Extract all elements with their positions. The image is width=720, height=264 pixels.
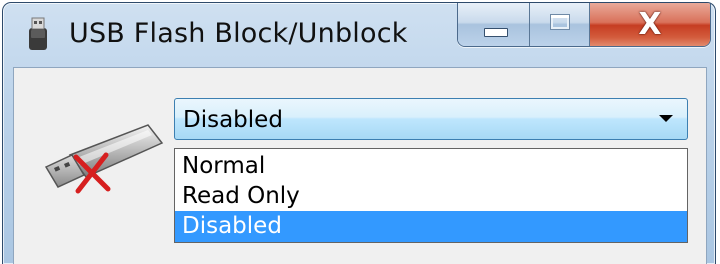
minimize-icon <box>484 28 508 37</box>
close-button[interactable]: X <box>590 3 710 46</box>
title-bar[interactable]: USB Flash Block/Unblock X <box>3 3 715 67</box>
combo-selected-value: Disabled <box>183 107 283 133</box>
usb-blocked-icon <box>44 124 164 194</box>
close-icon: X <box>638 7 662 42</box>
app-window: USB Flash Block/Unblock X Disabled Norma… <box>2 2 716 264</box>
caption-buttons: X <box>457 3 711 47</box>
option-read-only[interactable]: Read Only <box>175 181 687 212</box>
client-area: Disabled Normal Read Only Disabled <box>13 67 707 264</box>
combo-dropdown-list: Normal Read Only Disabled <box>174 148 688 243</box>
maximize-button[interactable] <box>530 3 590 46</box>
usb-drive-icon <box>29 17 47 50</box>
chevron-down-icon[interactable] <box>659 115 673 122</box>
option-normal[interactable]: Normal <box>175 151 687 182</box>
maximize-icon <box>550 14 570 30</box>
window-title: USB Flash Block/Unblock <box>69 18 408 49</box>
minimize-button[interactable] <box>458 3 530 46</box>
usb-mode-combobox[interactable]: Disabled <box>174 98 688 140</box>
option-disabled[interactable]: Disabled <box>175 211 687 242</box>
